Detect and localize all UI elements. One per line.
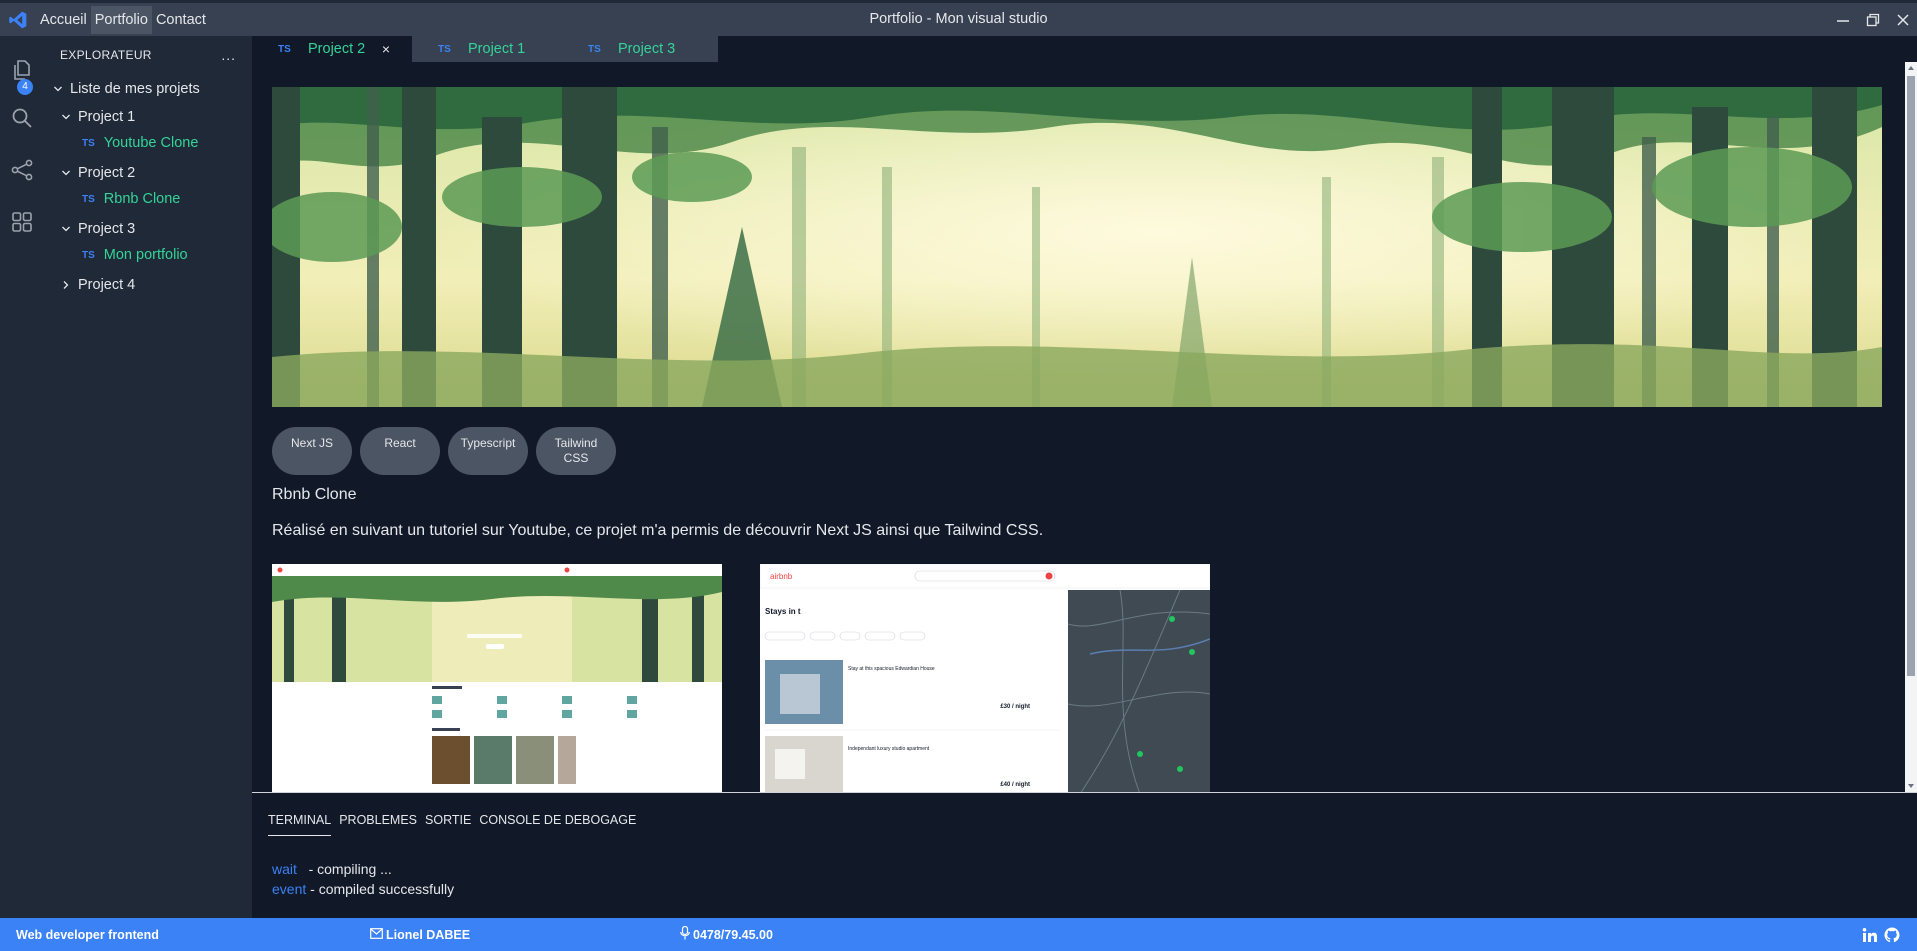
chevron-down-icon [60, 223, 72, 235]
explorer-title: EXPLORATEUR [60, 48, 152, 62]
tree-root-label: Liste de mes projets [70, 81, 200, 97]
project-banner-image [272, 87, 1882, 407]
tab-console-debogage[interactable]: CONSOLE DE DEBOGAGE [479, 813, 636, 836]
tab-terminal[interactable]: TERMINAL [268, 813, 332, 836]
explorer-header: EXPLORATEUR ... [44, 36, 252, 74]
tag-label-line: Tailwind [554, 436, 598, 450]
status-bar: Web developer frontend Lionel DABEE 0478… [0, 918, 1917, 951]
panel-tabs: TERMINAL PROBLEMES SORTIE CONSOLE DE DEB… [268, 813, 636, 836]
role-label: Web developer frontend [16, 927, 159, 942]
activity-bar: 4 [0, 36, 44, 918]
tree-file-youtube-clone[interactable]: TS Youtube Clone [44, 132, 252, 154]
window-controls [1835, 3, 1911, 36]
tag-typescript[interactable]: Typescript [448, 427, 528, 475]
editor-area: Next JS React Typescript Tailwind CSS Rb… [252, 62, 1917, 792]
bottom-panel: TERMINAL PROBLEMES SORTIE CONSOLE DE DEB… [252, 792, 1917, 918]
file-label: Rbnb Clone [103, 191, 181, 207]
tree-folder-project-2[interactable]: Project 2 [44, 162, 252, 184]
screenshot-price-2: £40 / night [1000, 782, 1030, 788]
top-menu: Accueil Portfolio Contact [36, 3, 210, 36]
tag-react[interactable]: React [360, 427, 440, 475]
ts-file-icon: TS [588, 43, 601, 55]
status-phone[interactable]: 0478/79.45.00 [680, 918, 773, 951]
folder-label: Project 3 [78, 221, 136, 237]
more-actions-button[interactable]: ... [221, 47, 236, 63]
tech-tags: Next JS React Typescript Tailwind CSS [272, 427, 616, 475]
ts-file-icon: TS [82, 249, 95, 261]
tab-problemes[interactable]: PROBLEMES [339, 813, 417, 836]
menu-contact[interactable]: Contact [152, 6, 210, 34]
title-bar: Accueil Portfolio Contact Portfolio - Mo… [0, 0, 1917, 36]
tree-folder-project-1[interactable]: Project 1 [44, 106, 252, 128]
project-screenshot-1[interactable] [272, 564, 722, 792]
github-icon[interactable] [1884, 918, 1900, 951]
file-label: Mon portfolio [103, 247, 188, 263]
chevron-down-icon [52, 83, 64, 95]
tab-project-2[interactable]: TS Project 2 × [252, 36, 412, 62]
tab-label: Project 1 [468, 41, 526, 57]
terminal-line: event - compiled successfully [272, 881, 454, 897]
log-key: event [272, 881, 307, 897]
tag-nextjs[interactable]: Next JS [272, 427, 352, 475]
svg-text:airbnb: airbnb [770, 572, 793, 581]
editor-scrollbar[interactable] [1905, 62, 1917, 792]
log-text: - compiling ... [308, 861, 392, 877]
extensions-icon[interactable] [8, 208, 36, 236]
folder-label: Project 4 [78, 277, 136, 293]
screenshot-price-1: £30 / night [1000, 704, 1030, 710]
phone-label: 0478/79.45.00 [693, 927, 773, 942]
minimize-icon[interactable] [1835, 12, 1851, 28]
files-badge: 4 [17, 79, 33, 95]
linkedin-icon[interactable] [1862, 918, 1878, 951]
tag-tailwind[interactable]: Tailwind CSS [536, 427, 616, 475]
explorer-sidebar: EXPLORATEUR ... Liste de mes projets Pro… [44, 36, 252, 918]
ts-file-icon: TS [82, 193, 95, 205]
screenshot-heading: Stays in t [765, 607, 801, 616]
tree-root[interactable]: Liste de mes projets [44, 78, 252, 100]
tab-sortie[interactable]: SORTIE [425, 813, 471, 836]
chevron-down-icon [60, 167, 72, 179]
share-icon[interactable] [8, 156, 36, 184]
close-tab-icon[interactable]: × [382, 41, 390, 57]
tab-project-1[interactable]: TS Project 1 [412, 36, 588, 62]
menu-portfolio[interactable]: Portfolio [90, 5, 152, 34]
folder-label: Project 1 [78, 109, 136, 125]
screenshot-listing-1: Stay at this spacious Edwardian House [848, 666, 935, 672]
menu-accueil[interactable]: Accueil [36, 6, 91, 34]
ts-file-icon: TS [278, 43, 291, 55]
terminal-line: wait - compiling ... [272, 861, 392, 877]
mail-icon [370, 927, 383, 942]
project-title: Rbnb Clone [272, 486, 357, 503]
ts-file-icon: TS [438, 43, 451, 55]
tree-folder-project-3[interactable]: Project 3 [44, 218, 252, 240]
close-window-icon[interactable] [1895, 12, 1911, 28]
ts-file-icon: TS [82, 137, 95, 149]
file-label: Youtube Clone [103, 135, 199, 151]
log-key: wait [272, 861, 297, 877]
tab-label: Project 3 [618, 41, 676, 57]
window-title: Portfolio - Mon visual studio [869, 11, 1048, 27]
microphone-icon [680, 925, 690, 943]
name-label: Lionel DABEE [386, 927, 471, 942]
restore-icon[interactable] [1865, 12, 1881, 28]
screenshot-listing-2: Independant luxury studio apartment [848, 746, 930, 752]
tree-file-mon-portfolio[interactable]: TS Mon portfolio [44, 244, 252, 266]
chevron-right-icon [60, 279, 72, 291]
vscode-logo-icon [0, 3, 36, 36]
chevron-down-icon [60, 111, 72, 123]
search-icon[interactable] [8, 104, 36, 132]
tree-file-rbnb-clone[interactable]: TS Rbnb Clone [44, 188, 252, 210]
tree-folder-project-4[interactable]: Project 4 [44, 274, 252, 296]
project-description: Réalisé en suivant un tutoriel sur Youtu… [272, 522, 1044, 539]
editor-tabs: TS Project 2 × TS Project 1 TS Project 3 [252, 36, 718, 62]
tab-label: Project 2 [308, 41, 366, 57]
folder-label: Project 2 [78, 165, 136, 181]
log-text: - compiled successfully [310, 881, 455, 897]
status-email[interactable]: Lionel DABEE [370, 918, 470, 951]
project-screenshot-2[interactable]: airbnb Stays in t Stay at this spacious … [760, 564, 1210, 792]
status-role: Web developer frontend [16, 918, 159, 951]
tab-project-3[interactable]: TS Project 3 [588, 36, 718, 62]
tag-label-line: CSS [563, 451, 589, 465]
